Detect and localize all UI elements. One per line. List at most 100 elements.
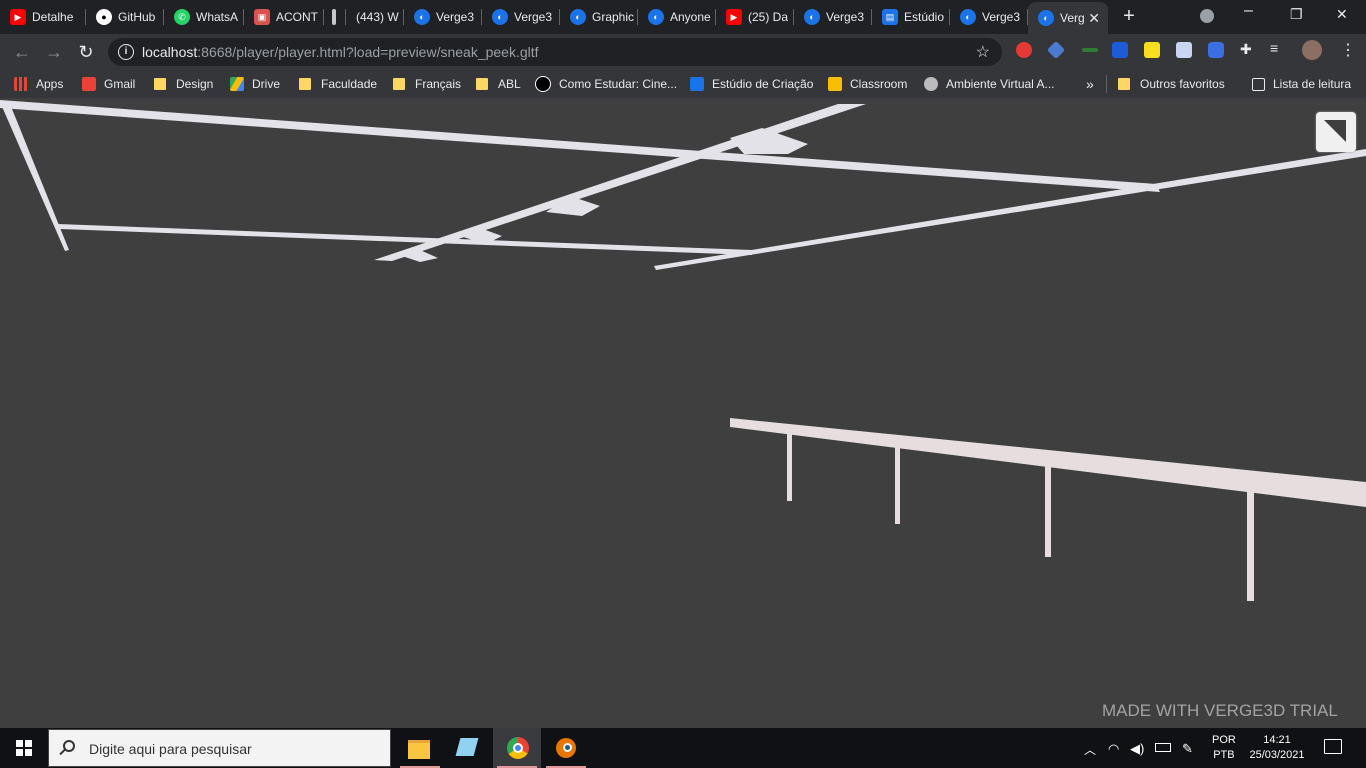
classroom-icon (828, 77, 842, 91)
taskbar-chrome[interactable] (493, 728, 541, 768)
bookmark-estudio[interactable]: Estúdio de Criação (690, 76, 813, 92)
clock[interactable]: 14:21 25/03/2021 (1244, 733, 1310, 763)
app-icon (455, 738, 479, 756)
media-control-icon[interactable]: ≡ (1270, 40, 1286, 56)
forward-button[interactable]: → (42, 40, 66, 64)
medium-icon (535, 76, 551, 92)
bookmark-francais[interactable]: Français (393, 76, 461, 92)
ext-blue-icon[interactable] (1046, 40, 1066, 60)
bookmarks-overflow[interactable]: » (1086, 76, 1094, 92)
tab-anyone[interactable]: ◐ Anyone (638, 4, 716, 30)
tab-pinned[interactable] (324, 4, 346, 30)
battery-icon[interactable] (1155, 743, 1171, 752)
close-window-button[interactable]: ✕ (1336, 6, 1348, 23)
verge3d-viewport[interactable]: MADE WITH VERGE3D TRIAL (0, 98, 1366, 728)
tab-verge3d-3[interactable]: ◐ Verge3 (794, 4, 872, 30)
address-bar[interactable]: i localhost:8668/player/player.html?load… (108, 38, 1002, 66)
tab-estudio[interactable]: ▤ Estúdio (872, 4, 950, 30)
profile-avatar[interactable] (1302, 40, 1322, 60)
reading-list[interactable]: Lista de leitura (1252, 76, 1351, 92)
info-icon[interactable]: i (118, 44, 134, 60)
wifi-icon[interactable]: ◠ (1108, 741, 1119, 757)
bookmark-design[interactable]: Design (154, 76, 213, 92)
taskbar-file-explorer[interactable] (396, 728, 444, 768)
fullscreen-button[interactable] (1316, 112, 1356, 152)
folder-icon (299, 78, 311, 90)
taskbar-blender[interactable] (542, 728, 590, 768)
tab-443[interactable]: (443) W (346, 4, 404, 30)
menu-kebab-icon[interactable]: ⋮ (1340, 40, 1356, 59)
whatsapp-icon: ✆ (174, 9, 190, 25)
gmail-icon (82, 77, 96, 91)
drive-icon (230, 77, 244, 91)
ext-js-icon[interactable] (1144, 42, 1160, 58)
bookmark-apps[interactable]: Apps (14, 76, 63, 92)
verge3d-icon: ◐ (804, 9, 820, 25)
light-track (374, 104, 866, 261)
ext-red-icon[interactable] (1016, 42, 1032, 58)
volume-icon[interactable]: ◀) (1130, 741, 1144, 757)
bookmark-classroom[interactable]: Classroom (828, 76, 907, 92)
tab-active-verge3d[interactable]: ◐ Verg ✕ (1028, 2, 1108, 34)
tray-chevron-up-icon[interactable]: ︿ (1084, 741, 1096, 758)
verge3d-icon: ◐ (960, 9, 976, 25)
bookmark-star-icon[interactable]: ☆ (976, 42, 990, 62)
url-text[interactable]: localhost:8668/player/player.html?load=p… (142, 44, 539, 60)
bookmark-como-estudar[interactable]: Como Estudar: Cine... (535, 76, 677, 92)
verge3d-icon: ◐ (648, 9, 664, 25)
acont-icon: ▣ (254, 9, 270, 25)
post-2 (895, 446, 900, 524)
seal-icon (924, 77, 938, 91)
rail-top-long (0, 100, 1160, 192)
back-button[interactable]: ← (10, 40, 34, 64)
bookmark-ambiente-virtual[interactable]: Ambiente Virtual A... (924, 76, 1055, 92)
ext-trello-icon[interactable] (1112, 42, 1128, 58)
search-icon (63, 740, 75, 752)
post-4 (1247, 486, 1254, 601)
tab-whatsapp[interactable]: ✆ WhatsA (164, 4, 244, 30)
post-1 (787, 433, 792, 501)
tab-acont[interactable]: ▣ ACONT (244, 4, 324, 30)
folder-icon (408, 740, 430, 759)
folder-icon (154, 78, 166, 90)
verge3d-icon: ◐ (570, 9, 586, 25)
reload-button[interactable]: ↻ (74, 40, 98, 64)
taskbar-app-tool[interactable] (444, 728, 492, 768)
windows-start-button[interactable] (16, 740, 32, 756)
tab-detalhe[interactable]: ▶ Detalhe (0, 4, 86, 30)
ext-blue2-icon[interactable] (1208, 42, 1224, 58)
verge3d-icon: ◐ (1038, 10, 1054, 26)
close-tab-icon[interactable]: ✕ (1088, 10, 1100, 27)
bookmark-gmail[interactable]: Gmail (82, 76, 135, 92)
bookmark-faculdade[interactable]: Faculdade (299, 76, 377, 92)
restore-button[interactable]: ❐ (1290, 6, 1303, 23)
bookmarks-bar: Apps Gmail Design Drive Faculdade França… (0, 70, 1366, 98)
light-fixture-1 (730, 128, 808, 154)
taskbar-search[interactable]: Digite aqui para pesquisar (48, 729, 391, 767)
tab-verge3d-1[interactable]: ◐ Verge3 (404, 4, 482, 30)
tab-github[interactable]: ● GitHub (86, 4, 164, 30)
folder-icon (393, 78, 405, 90)
tab-search-icon[interactable] (1200, 9, 1214, 23)
notifications-icon[interactable] (1324, 739, 1342, 754)
tab-verge3d-2[interactable]: ◐ Verge3 (482, 4, 560, 30)
pen-icon[interactable]: ✎ (1182, 741, 1193, 757)
post-3 (1045, 464, 1051, 557)
new-tab-button[interactable]: + (1118, 5, 1140, 27)
ext-docs-icon[interactable] (1176, 42, 1192, 58)
minimize-button[interactable]: – (1244, 2, 1253, 20)
bookmark-abl[interactable]: ABL (476, 76, 521, 92)
ext-green-icon[interactable] (1082, 48, 1098, 52)
input-language[interactable]: POR PTB (1212, 733, 1236, 763)
verge3d-icon: ◐ (492, 9, 508, 25)
extensions-puzzle-icon[interactable]: ✚ (1240, 41, 1256, 57)
other-bookmarks[interactable]: Outros favoritos (1118, 76, 1225, 92)
tab-25-da[interactable]: ▶ (25) Da (716, 4, 794, 30)
scene-canvas[interactable] (0, 98, 1366, 728)
reading-list-icon (1252, 77, 1265, 91)
rail-right-diagonal (654, 149, 1366, 270)
tab-verge3d-4[interactable]: ◐ Verge3 (950, 4, 1028, 30)
bookmark-drive[interactable]: Drive (230, 76, 280, 92)
fullscreen-icon (1324, 120, 1346, 142)
tab-graphic[interactable]: ◐ Graphic (560, 4, 638, 30)
